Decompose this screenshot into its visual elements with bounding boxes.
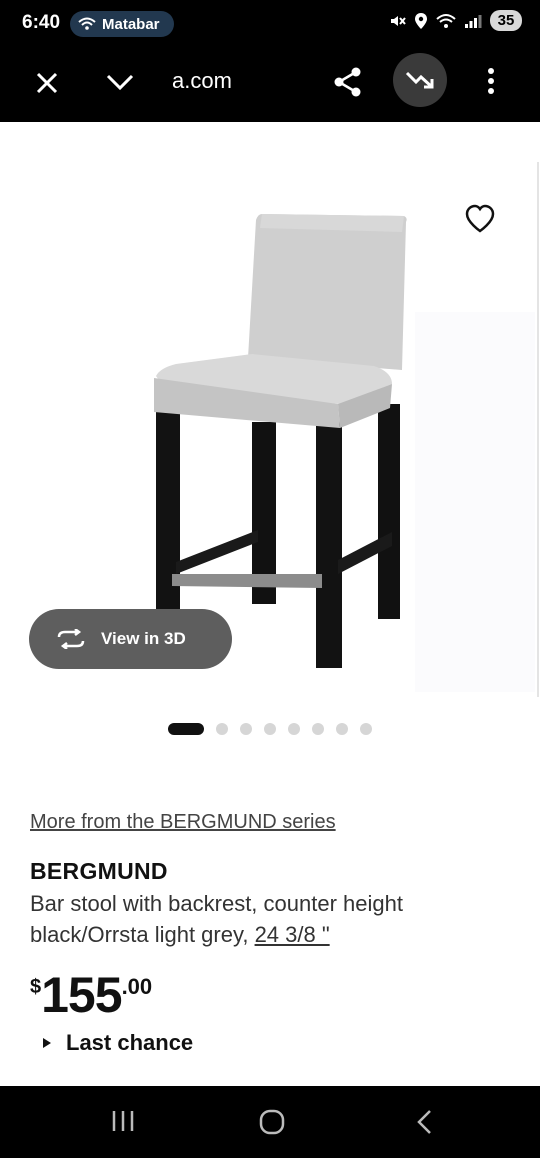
- favorite-heart-icon[interactable]: [464, 204, 496, 234]
- wifi-signal-icon: [436, 13, 456, 28]
- battery-indicator: 35: [490, 10, 522, 31]
- carousel-dot[interactable]: [336, 723, 348, 735]
- carousel-dot[interactable]: [240, 723, 252, 735]
- price-drop-button[interactable]: [393, 53, 447, 107]
- chevron-down-icon[interactable]: [104, 70, 136, 94]
- network-name: Matabar: [102, 15, 160, 33]
- trending-down-icon: [405, 71, 434, 89]
- status-bar: 6:40 Matabar 35: [0, 0, 540, 46]
- status-time: 6:40: [22, 12, 61, 33]
- view-in-3d-button[interactable]: View in 3D: [29, 609, 232, 669]
- carousel-dot[interactable]: [168, 723, 204, 735]
- rotate-3d-icon: [57, 629, 85, 649]
- location-icon: [415, 12, 427, 29]
- product-name: BERGMUND: [30, 858, 168, 884]
- product-price: $155.00: [30, 966, 152, 1024]
- recent-apps-icon[interactable]: [110, 1108, 136, 1134]
- series-link[interactable]: More from the BERGMUND series: [30, 811, 336, 834]
- view-in-3d-label: View in 3D: [101, 629, 186, 648]
- carousel-dot[interactable]: [288, 723, 300, 735]
- wifi-icon: [78, 17, 96, 30]
- browser-toolbar: a.com: [0, 46, 540, 122]
- system-navigation-bar: [0, 1086, 540, 1158]
- back-icon[interactable]: [414, 1108, 434, 1136]
- carousel-dot[interactable]: [216, 723, 228, 735]
- carousel-dot[interactable]: [312, 723, 324, 735]
- product-description: Bar stool with backrest, counter height …: [30, 888, 510, 950]
- last-chance-label: Last chance: [66, 1030, 194, 1055]
- home-icon[interactable]: [258, 1108, 286, 1136]
- description-line-1: Bar stool with backrest, counter height: [30, 891, 403, 916]
- size-link[interactable]: 24 3/8 ": [255, 922, 330, 947]
- description-line-2: black/Orrsta light grey,: [30, 922, 255, 947]
- status-icons: 35: [388, 10, 522, 31]
- last-chance-badge[interactable]: Last chance: [42, 1030, 193, 1056]
- network-chip: Matabar: [70, 11, 174, 37]
- mute-icon: [391, 15, 406, 26]
- url-text[interactable]: a.com: [172, 68, 232, 94]
- carousel-dot[interactable]: [264, 723, 276, 735]
- price-whole: 155: [41, 967, 122, 1023]
- cell-signal-icon: [465, 14, 482, 28]
- more-menu-icon[interactable]: [484, 66, 498, 96]
- triangle-right-icon: [43, 1038, 51, 1048]
- price-decimal: .00: [121, 974, 153, 999]
- close-icon[interactable]: [32, 68, 62, 98]
- share-icon[interactable]: [332, 66, 364, 98]
- image-carousel-dots: [168, 723, 372, 735]
- price-currency: $: [30, 976, 42, 998]
- carousel-dot[interactable]: [360, 723, 372, 735]
